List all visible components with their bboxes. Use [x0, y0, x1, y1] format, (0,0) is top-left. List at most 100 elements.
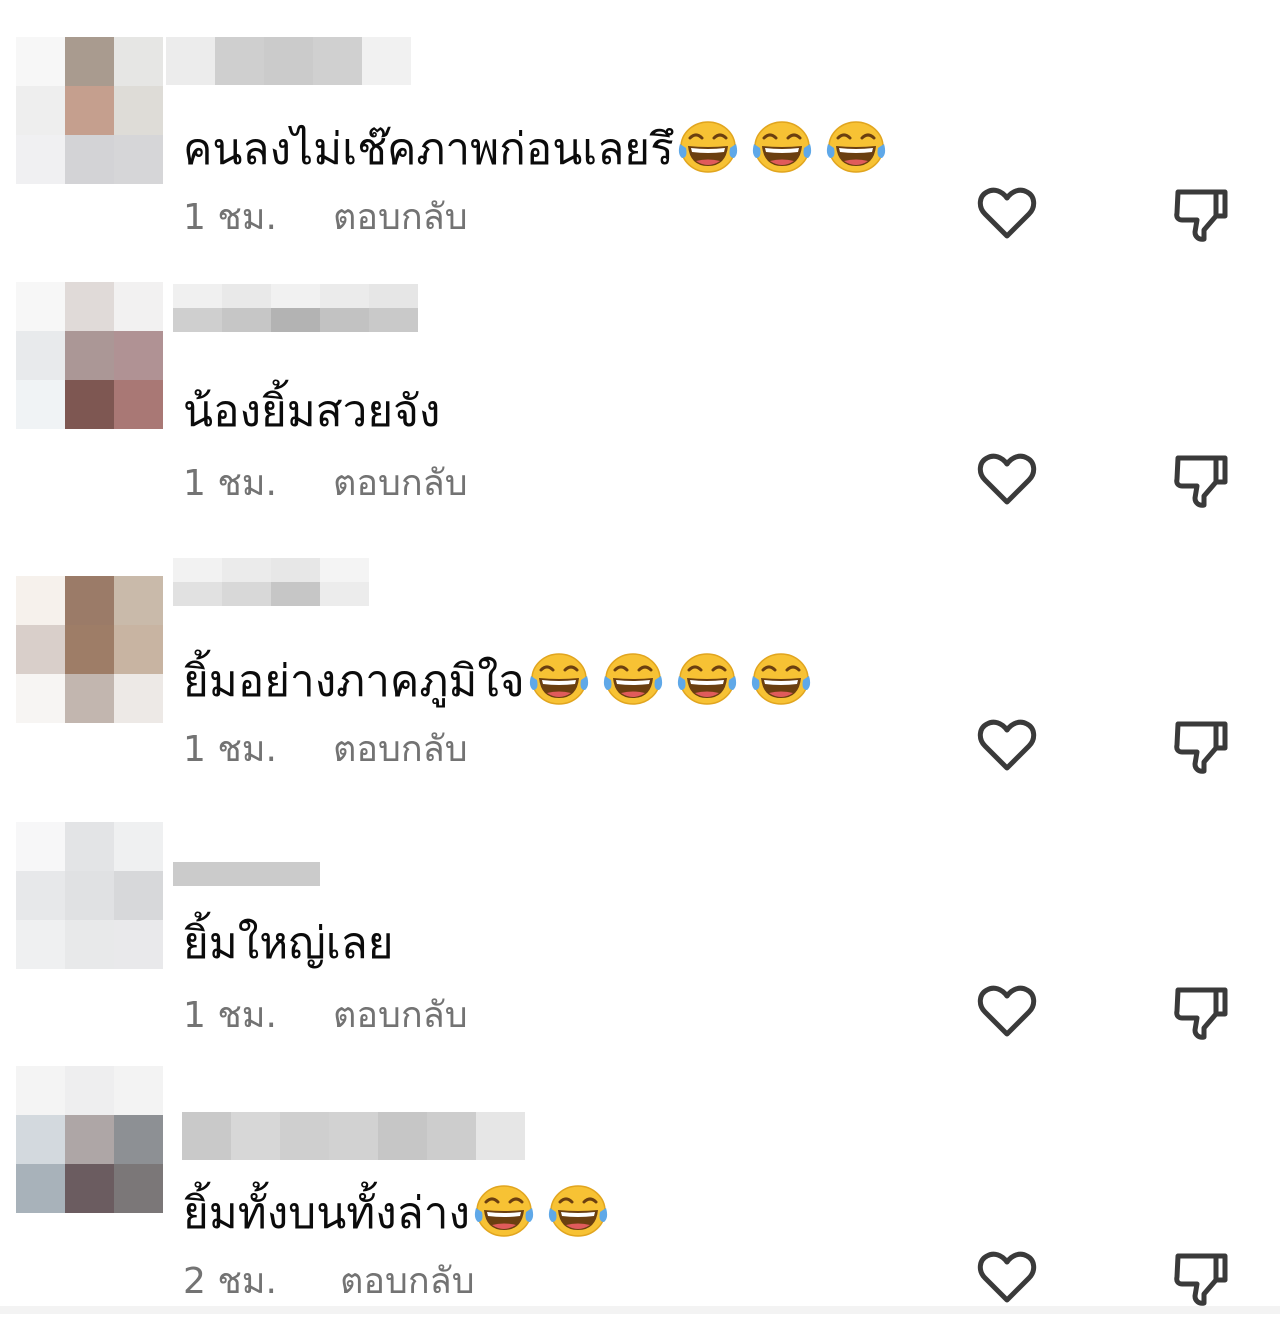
- comment-item: ยิ้มอย่างภาคภูมิใจ 1 ชม. ตอบกลับ: [0, 532, 1280, 798]
- comment-item: คนลงไม่เช๊คภาพก่อนเลยรึ 1 ชม. ตอบกลับ: [0, 0, 1280, 266]
- comment-meta: 1 ชม. ตอบกลับ: [183, 728, 468, 772]
- avatar-pixel: [16, 1164, 65, 1213]
- face-with-tears-of-joy-emoji: [675, 650, 739, 708]
- avatar-pixel: [65, 822, 114, 871]
- avatar-pixel: [114, 282, 163, 331]
- avatar-pixel: [114, 135, 163, 184]
- comment-text: ยิ้มทั้งบนทั้งล่าง: [183, 1182, 610, 1242]
- thumbs-down-outline-icon[interactable]: [1172, 450, 1230, 510]
- comment-text-content: ยิ้มทั้งบนทั้งล่าง: [183, 1188, 470, 1239]
- avatar-pixel: [114, 331, 163, 380]
- avatar-pixel: [114, 871, 163, 920]
- avatar-pixel: [65, 282, 114, 331]
- heart-outline-icon[interactable]: [977, 984, 1037, 1040]
- avatar-pixel: [16, 1115, 65, 1164]
- avatar-pixel: [114, 920, 163, 969]
- comment-text-content: ยิ้มอย่างภาคภูมิใจ: [183, 656, 525, 707]
- face-with-tears-of-joy-emoji: [472, 1182, 536, 1240]
- heart-outline-icon[interactable]: [977, 452, 1037, 508]
- avatar[interactable]: [16, 282, 163, 429]
- face-with-tears-of-joy-emoji: [749, 650, 813, 708]
- username-blurred[interactable]: [166, 37, 411, 85]
- avatar-pixel: [16, 380, 65, 429]
- reply-button[interactable]: ตอบกลับ: [340, 1260, 475, 1304]
- avatar[interactable]: [16, 1066, 163, 1213]
- avatar-pixel: [114, 37, 163, 86]
- comment-text-content: น้องยิ้มสวยจัง: [183, 386, 441, 437]
- avatar-pixel: [114, 86, 163, 135]
- comment-text: ยิ้มอย่างภาคภูมิใจ: [183, 650, 813, 710]
- avatar-pixel: [16, 576, 65, 625]
- avatar-pixel: [65, 135, 114, 184]
- face-with-tears-of-joy-emoji: [527, 650, 591, 708]
- avatar-pixel: [65, 674, 114, 723]
- face-with-tears-of-joy-emoji: [824, 118, 888, 176]
- avatar-pixel: [114, 1066, 163, 1115]
- avatar-pixel: [65, 1066, 114, 1115]
- reply-button[interactable]: ตอบกลับ: [333, 728, 468, 772]
- comment-meta: 2 ชม. ตอบกลับ: [183, 1260, 475, 1304]
- avatar-pixel: [114, 822, 163, 871]
- thumbs-down-outline-icon[interactable]: [1172, 716, 1230, 776]
- avatar-pixel: [16, 331, 65, 380]
- avatar-pixel: [16, 920, 65, 969]
- avatar-pixel: [16, 871, 65, 920]
- avatar-pixel: [65, 1115, 114, 1164]
- avatar-pixel: [16, 625, 65, 674]
- comment-time: 1 ชม.: [183, 995, 277, 1036]
- thumbs-down-outline-icon[interactable]: [1172, 982, 1230, 1042]
- avatar-pixel: [65, 86, 114, 135]
- avatar-pixel: [65, 625, 114, 674]
- face-with-tears-of-joy-emoji: [601, 650, 665, 708]
- comment-meta: 1 ชม. ตอบกลับ: [183, 994, 468, 1038]
- avatar-pixel: [16, 37, 65, 86]
- avatar-pixel: [16, 86, 65, 135]
- avatar-pixel: [65, 1164, 114, 1213]
- avatar[interactable]: [16, 576, 163, 723]
- face-with-tears-of-joy-emoji: [750, 118, 814, 176]
- avatar-pixel: [16, 282, 65, 331]
- avatar-pixel: [65, 920, 114, 969]
- comment-time: 1 ชม.: [183, 197, 277, 238]
- heart-outline-icon[interactable]: [977, 718, 1037, 774]
- thumbs-down-outline-icon[interactable]: [1172, 184, 1230, 244]
- avatar-pixel: [114, 1115, 163, 1164]
- avatar-pixel: [65, 576, 114, 625]
- avatar-pixel: [16, 822, 65, 871]
- heart-outline-icon[interactable]: [977, 186, 1037, 242]
- comment-item: ยิ้มใหญ่เลย 1 ชม. ตอบกลับ: [0, 798, 1280, 1064]
- avatar-pixel: [114, 576, 163, 625]
- username-blurred[interactable]: [173, 862, 320, 886]
- avatar-pixel: [16, 1066, 65, 1115]
- avatar-pixel: [65, 380, 114, 429]
- reply-button[interactable]: ตอบกลับ: [333, 994, 468, 1038]
- avatar-pixel: [114, 380, 163, 429]
- comment-text: ยิ้มใหญ่เลย: [183, 916, 394, 972]
- comment-meta: 1 ชม. ตอบกลับ: [183, 196, 468, 240]
- username-blurred[interactable]: [173, 558, 369, 606]
- avatar-pixel: [114, 1164, 163, 1213]
- username-blurred[interactable]: [173, 284, 418, 332]
- face-with-tears-of-joy-emoji: [546, 1182, 610, 1240]
- avatar[interactable]: [16, 37, 163, 184]
- avatar-pixel: [16, 135, 65, 184]
- comment-time: 1 ชม.: [183, 463, 277, 504]
- username-blurred[interactable]: [182, 1112, 525, 1160]
- comment-time: 1 ชม.: [183, 729, 277, 770]
- avatar-pixel: [65, 37, 114, 86]
- comment-item: น้องยิ้มสวยจัง 1 ชม. ตอบกลับ: [0, 266, 1280, 532]
- avatar[interactable]: [16, 822, 163, 969]
- face-with-tears-of-joy-emoji: [676, 118, 740, 176]
- thumbs-down-outline-icon[interactable]: [1172, 1248, 1230, 1308]
- avatar-pixel: [16, 674, 65, 723]
- comment-text: น้องยิ้มสวยจัง: [183, 384, 440, 440]
- reply-button[interactable]: ตอบกลับ: [333, 196, 468, 240]
- comment-item: ยิ้มทั้งบนทั้งล่าง 2 ชม. ตอบกลับ: [0, 1064, 1280, 1330]
- heart-outline-icon[interactable]: [977, 1250, 1037, 1306]
- comment-text-content: ยิ้มใหญ่เลย: [183, 918, 394, 969]
- avatar-pixel: [114, 674, 163, 723]
- avatar-pixel: [114, 625, 163, 674]
- reply-button[interactable]: ตอบกลับ: [333, 462, 468, 506]
- avatar-pixel: [65, 871, 114, 920]
- comment-meta: 1 ชม. ตอบกลับ: [183, 462, 468, 506]
